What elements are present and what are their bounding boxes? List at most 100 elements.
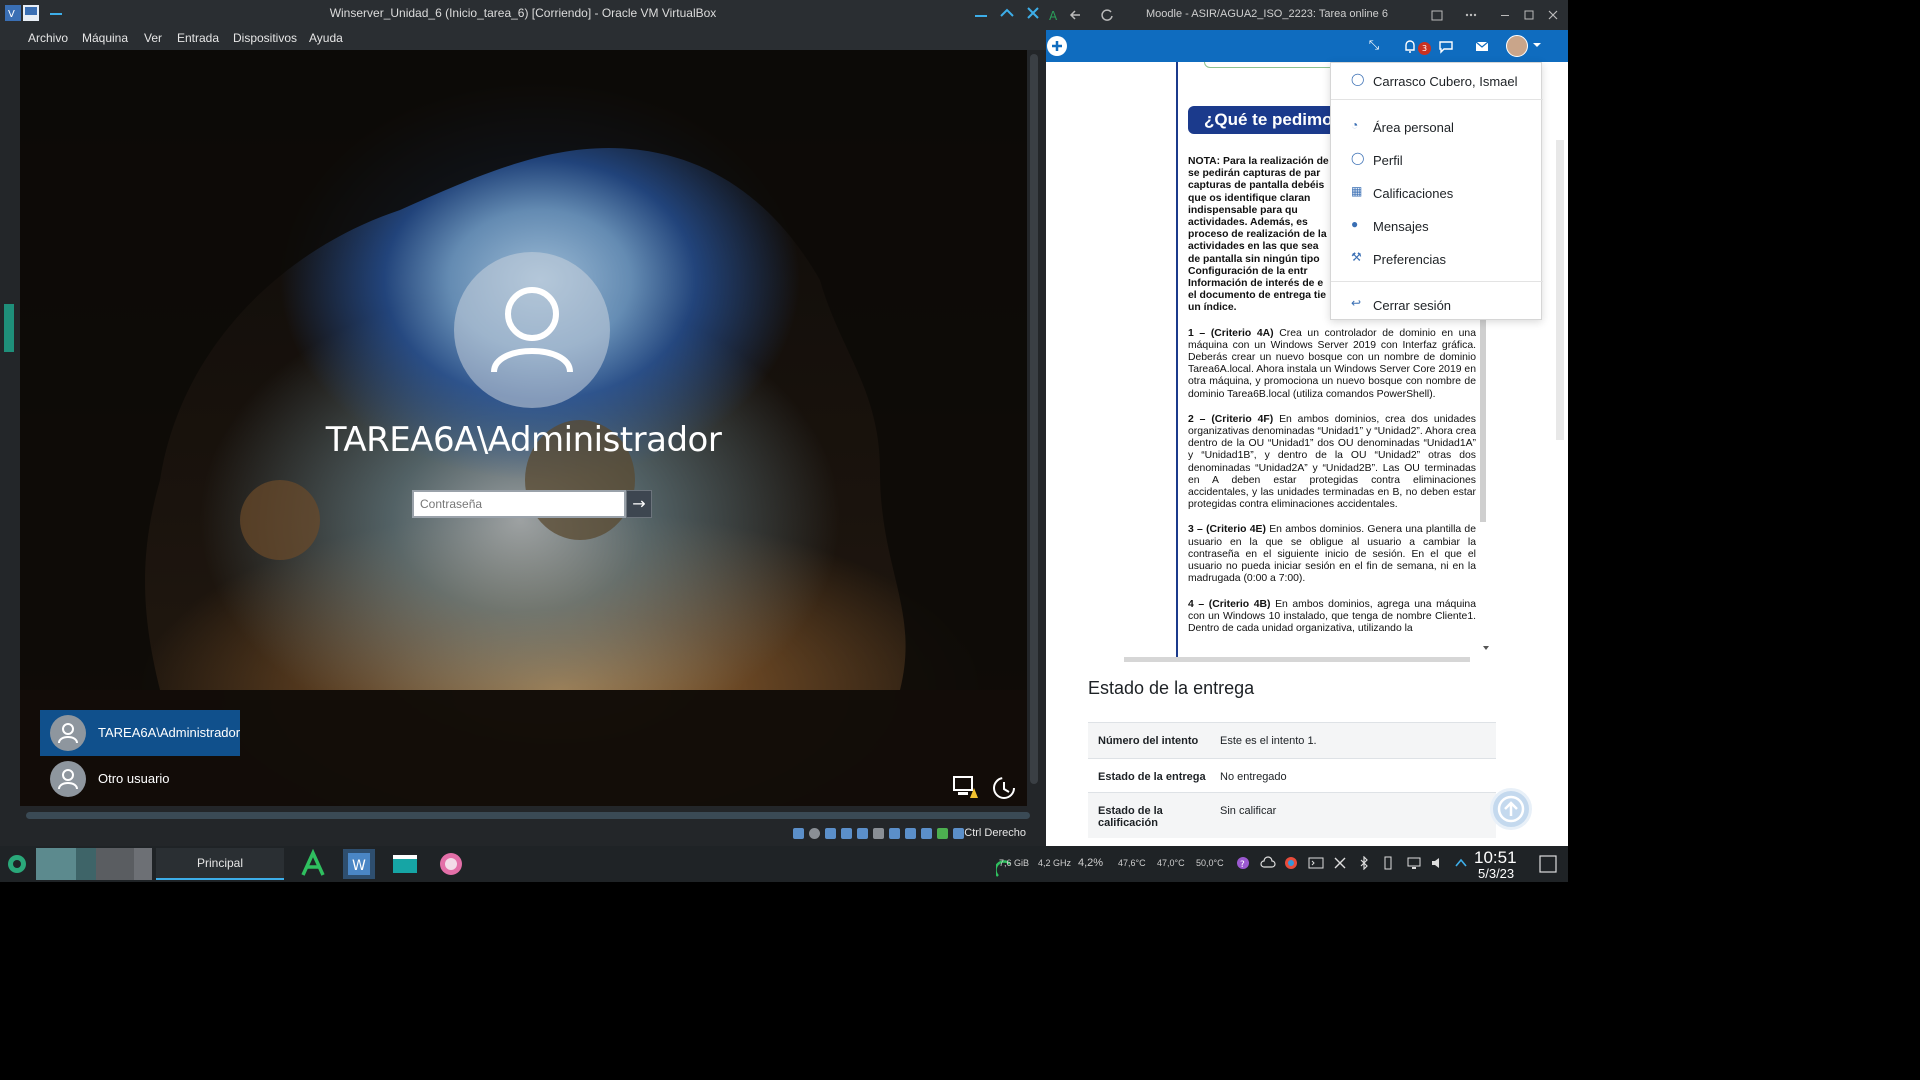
- tray-temp-2: 47,0°C: [1157, 858, 1185, 868]
- criterion-label: 4 – (Criterio 4B): [1188, 598, 1271, 610]
- back-to-top-button[interactable]: [1490, 788, 1532, 830]
- desktop-thumbnail-3[interactable]: [96, 848, 134, 880]
- arrow-up-icon: [1497, 795, 1525, 823]
- doc-note-line: proceso de realización de la: [1188, 229, 1327, 241]
- doc-scrollbar[interactable]: [1480, 316, 1486, 522]
- cloud-icon[interactable]: [1260, 856, 1276, 870]
- menu-ver[interactable]: Ver: [144, 31, 162, 45]
- show-desktop-icon[interactable]: [1538, 854, 1558, 874]
- browser-app-icon[interactable]: [435, 849, 467, 879]
- doc-horizontal-scrollbar[interactable]: [1124, 657, 1470, 662]
- desktop-thumbnail-2[interactable]: [76, 848, 96, 880]
- doc-note-line: NOTA: Para la realización de: [1188, 156, 1329, 167]
- accessibility-icon[interactable]: [990, 774, 1018, 802]
- maximize-icon[interactable]: [998, 4, 1016, 22]
- criterion-label: 3 – (Criterio 4E): [1188, 524, 1266, 536]
- menu-ayuda[interactable]: Ayuda: [309, 31, 343, 45]
- user-tile-otro-usuario[interactable]: Otro usuario: [40, 756, 240, 802]
- help-icon[interactable]: ?: [1236, 856, 1250, 870]
- menu-calificaciones[interactable]: ▦ Calificaciones: [1331, 180, 1543, 206]
- vertical-scrollbar[interactable]: [1030, 54, 1038, 784]
- scroll-down-arrow-icon[interactable]: [1482, 644, 1490, 652]
- app-logo-icon: A: [1049, 9, 1058, 22]
- doc-criterion: 3 – (Criterio 4E) En ambos dominios. Gen…: [1188, 524, 1476, 585]
- close-icon[interactable]: [1546, 8, 1560, 22]
- doc-note-line: actividades en las que sea: [1188, 241, 1319, 253]
- menu-item-label: Perfil: [1373, 153, 1403, 168]
- doc-note-line: Información de interés de e: [1188, 278, 1324, 290]
- criterion-label: 1 – (Criterio 4A): [1188, 327, 1274, 339]
- menu-user-name[interactable]: ◯ Carrasco Cubero, Ismael: [1331, 68, 1543, 94]
- audio-icon: [825, 828, 836, 839]
- menu-preferencias[interactable]: ⚒ Preferencias: [1331, 246, 1543, 272]
- virtualbox-window: V Winserver_Unidad_6 (Inicio_tarea_6) [C…: [0, 0, 1046, 846]
- back-icon[interactable]: [1068, 8, 1082, 22]
- side-panel-handle[interactable]: [4, 304, 14, 352]
- horizontal-scrollbar[interactable]: [26, 812, 1030, 819]
- share-icon[interactable]: [1430, 8, 1444, 22]
- add-block-icon[interactable]: [1046, 35, 1068, 57]
- network-tray-icon[interactable]: [1406, 856, 1422, 870]
- user-icon: ◯: [1351, 72, 1365, 86]
- user-icon: [58, 769, 78, 790]
- minimize-icon[interactable]: [1498, 8, 1512, 22]
- user-avatar[interactable]: [1506, 35, 1528, 57]
- menu-perfil[interactable]: ◯ Perfil: [1331, 147, 1543, 173]
- color-picker-icon[interactable]: [1284, 856, 1298, 870]
- menu-cerrar-sesion[interactable]: ↩ Cerrar sesión: [1331, 292, 1543, 318]
- submit-arrow-button[interactable]: →: [626, 490, 652, 518]
- close-icon[interactable]: [1024, 4, 1042, 22]
- desktop-thumbnail-4[interactable]: [134, 848, 152, 880]
- user-tile-label: Otro usuario: [98, 771, 170, 786]
- messages-icon[interactable]: [1438, 38, 1454, 54]
- desktop-thumbnail-1[interactable]: [36, 848, 76, 880]
- page-scrollbar[interactable]: [1556, 140, 1564, 440]
- vm-display[interactable]: TAREA6A\Administrador → TAREA6A\Administ…: [20, 50, 1027, 806]
- app-a-icon[interactable]: [297, 849, 329, 879]
- status-key: Número del intento: [1098, 735, 1199, 747]
- reload-icon[interactable]: [1100, 8, 1114, 22]
- chevron-down-icon[interactable]: [1532, 40, 1542, 50]
- doc-note-line: Configuración de la entr: [1188, 265, 1308, 277]
- virtualbox-taskbar-icon[interactable]: W: [343, 849, 375, 879]
- keyboard-icon: [953, 828, 964, 839]
- doc-note-line: se pedirán capturas de par: [1188, 168, 1321, 180]
- menu-mensajes[interactable]: ● Mensajes: [1331, 213, 1543, 239]
- volume-icon[interactable]: [1430, 856, 1444, 870]
- profile-icon: ◯: [1351, 151, 1365, 165]
- status-row-attempt: Número del intento Este es el intento 1.: [1088, 722, 1496, 758]
- doc-note-line: capturas de pantalla debéis: [1188, 180, 1325, 192]
- criterion-label: 2 – (Criterio 4F): [1188, 413, 1274, 425]
- taskbar-principal-button[interactable]: Principal: [156, 848, 284, 880]
- file-manager-icon[interactable]: [389, 849, 421, 879]
- notifications-bell-icon[interactable]: [1402, 38, 1418, 54]
- tray-cpu-load: 4,2%: [1078, 857, 1104, 869]
- menu-entrada[interactable]: Entrada: [177, 31, 219, 45]
- more-icon[interactable]: [1464, 8, 1478, 22]
- terminal-icon[interactable]: [1308, 856, 1324, 870]
- menu-dispositivos[interactable]: Dispositivos: [233, 31, 297, 45]
- start-menu-icon[interactable]: [6, 853, 28, 875]
- arrow-right-icon: →: [632, 494, 646, 513]
- user-avatar: [50, 761, 86, 797]
- network-warning-icon[interactable]: [952, 774, 980, 800]
- chevron-up-icon[interactable]: [1455, 858, 1467, 868]
- mail-icon[interactable]: [1474, 38, 1490, 54]
- window-title: Winserver_Unidad_6 (Inicio_tarea_6) [Cor…: [329, 6, 717, 20]
- svg-text:?: ?: [1240, 860, 1245, 870]
- menu-maquina[interactable]: Máquina: [82, 31, 128, 45]
- doc-criteria: 1 – (Criterio 4A) Crea un controlador de…: [1188, 328, 1476, 635]
- browser-titlebar: A Moodle - ASIR/AGUA2_ISO_2223: Tarea on…: [1046, 0, 1568, 30]
- kdeconnect-icon[interactable]: [1333, 856, 1347, 870]
- password-field[interactable]: [412, 490, 626, 518]
- host-key-label: Ctrl Derecho: [964, 827, 1026, 839]
- collapse-icon[interactable]: ⤡: [1366, 38, 1382, 54]
- usb-device-icon[interactable]: [1382, 856, 1394, 870]
- bluetooth-icon[interactable]: [1358, 856, 1370, 870]
- menu-area-personal[interactable]: ◔ Área personal: [1331, 114, 1543, 140]
- clock-time[interactable]: 10:51: [1474, 848, 1517, 868]
- maximize-icon[interactable]: [1522, 8, 1536, 22]
- menu-archivo[interactable]: Archivo: [28, 31, 68, 45]
- minimize-icon[interactable]: [972, 4, 990, 22]
- user-tile-administrador[interactable]: TAREA6A\Administrador: [40, 710, 240, 756]
